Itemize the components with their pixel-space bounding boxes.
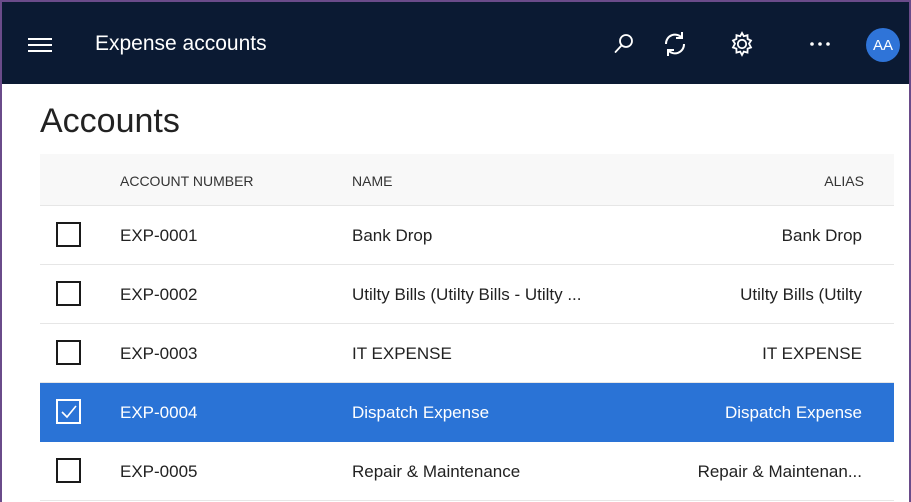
name-cell: IT EXPENSE — [352, 344, 452, 363]
account-number-cell: EXP-0005 — [120, 462, 198, 481]
row-checkbox[interactable] — [56, 340, 81, 365]
name-cell: Utilty Bills (Utilty Bills - Utilty ... — [352, 285, 582, 304]
row-checkbox[interactable] — [56, 281, 81, 306]
page-title: Accounts — [40, 102, 180, 140]
table-row[interactable]: EXP-0003 IT EXPENSE IT EXPENSE — [40, 324, 894, 383]
checkmark-icon — [60, 404, 77, 418]
avatar[interactable]: AA — [866, 28, 900, 62]
row-checkbox[interactable] — [56, 222, 81, 247]
alias-cell: Dispatch Expense — [724, 403, 862, 422]
name-cell: Bank Drop — [352, 226, 433, 245]
alias-cell: Bank Drop — [781, 226, 862, 245]
search-icon[interactable] — [608, 28, 640, 60]
app-title: Expense accounts — [95, 32, 267, 55]
table-row[interactable]: EXP-0002 Utilty Bills (Utilty Bills - Ut… — [40, 265, 894, 324]
alias-cell: IT EXPENSE — [762, 344, 862, 363]
alias-cell: Utilty Bills (Utilty — [740, 285, 862, 304]
row-checkbox[interactable] — [56, 458, 81, 483]
grid-header: ACCOUNT NUMBER NAME ALIAS — [40, 154, 894, 206]
row-checkbox-checked[interactable] — [56, 399, 81, 424]
accounts-grid: ACCOUNT NUMBER NAME ALIAS EXP-0001 Bank … — [40, 154, 894, 501]
app-window: Expense accounts AA Accounts ACCOUNT NUM… — [0, 0, 911, 502]
column-header-alias[interactable]: ALIAS — [824, 173, 864, 189]
name-cell: Dispatch Expense — [352, 403, 490, 422]
table-row[interactable]: EXP-0005 Repair & Maintenance Repair & M… — [40, 442, 894, 501]
column-header-name[interactable]: NAME — [352, 173, 392, 189]
account-number-cell: EXP-0002 — [120, 285, 198, 304]
gear-icon[interactable] — [726, 28, 758, 60]
top-bar: Expense accounts AA — [2, 2, 909, 84]
name-cell: Repair & Maintenance — [352, 462, 521, 481]
table-row[interactable]: EXP-0001 Bank Drop Bank Drop — [40, 206, 894, 265]
more-icon[interactable] — [804, 28, 836, 60]
account-number-cell: EXP-0004 — [120, 403, 198, 422]
account-number-cell: EXP-0003 — [120, 344, 198, 363]
account-number-cell: EXP-0001 — [120, 226, 198, 245]
alias-cell: Repair & Maintenan... — [697, 462, 862, 481]
hamburger-menu-icon[interactable] — [28, 38, 52, 52]
table-row-selected[interactable]: EXP-0004 Dispatch Expense Dispatch Expen… — [40, 383, 894, 442]
column-header-account-number[interactable]: ACCOUNT NUMBER — [120, 173, 254, 189]
refresh-icon[interactable] — [659, 28, 691, 60]
